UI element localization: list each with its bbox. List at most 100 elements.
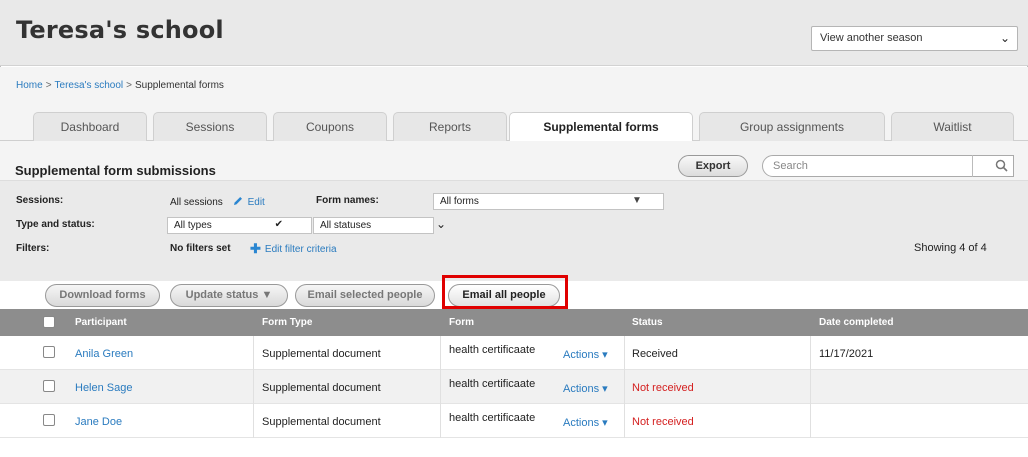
column-divider bbox=[253, 370, 254, 404]
column-divider bbox=[810, 370, 811, 404]
table-row: Anila Green Supplemental document health… bbox=[0, 336, 1028, 370]
breadcrumb-current: Supplemental forms bbox=[134, 80, 224, 91]
column-divider bbox=[810, 404, 811, 438]
caret-down-icon: ▾ bbox=[602, 383, 608, 395]
sessions-value-text: All sessions bbox=[170, 197, 223, 208]
table-row: Jane Doe Supplemental document health ce… bbox=[0, 404, 1028, 438]
tab-coupons[interactable]: Coupons bbox=[273, 112, 387, 141]
update-status-button[interactable]: Update status ▼ bbox=[170, 284, 288, 307]
email-selected-button[interactable]: Email selected people bbox=[295, 284, 435, 307]
form-type-cell: Supplemental document bbox=[262, 416, 381, 428]
edit-filter-criteria-label: Edit filter criteria bbox=[264, 244, 337, 255]
sessions-edit-link[interactable]: Edit bbox=[232, 197, 265, 208]
column-divider bbox=[253, 336, 254, 370]
column-header-form[interactable]: Form bbox=[449, 317, 474, 328]
type-status-label: Type and status: bbox=[16, 219, 95, 230]
tab-bar: Dashboard Sessions Coupons Reports Suppl… bbox=[0, 104, 1028, 142]
table-header: Participant Form Type Form Status Date c… bbox=[0, 309, 1028, 336]
filter-area: Sessions: All sessions Edit Form names: … bbox=[0, 181, 1028, 281]
no-filters-text: No filters set bbox=[170, 243, 231, 254]
tab-group-assignments[interactable]: Group assignments bbox=[699, 112, 885, 141]
column-divider bbox=[624, 370, 625, 404]
column-divider bbox=[253, 404, 254, 438]
status-select[interactable]: All statuses bbox=[313, 217, 434, 234]
status-cell: Not received bbox=[632, 382, 694, 394]
highlight-box bbox=[442, 275, 568, 309]
chevron-down-icon[interactable]: ⌄ bbox=[436, 217, 446, 231]
search-icon bbox=[995, 159, 1008, 172]
page-title: Teresa's school bbox=[16, 16, 224, 44]
status-cell: Received bbox=[632, 348, 678, 360]
download-forms-button[interactable]: Download forms bbox=[45, 284, 160, 307]
form-type-cell: Supplemental document bbox=[262, 382, 381, 394]
panel-header: Supplemental form submissions Export Sea… bbox=[0, 141, 1028, 181]
search-button[interactable] bbox=[972, 155, 1014, 177]
breadcrumb-separator: > bbox=[126, 80, 132, 91]
column-header-date-completed[interactable]: Date completed bbox=[819, 317, 893, 328]
type-value: All types bbox=[174, 220, 212, 231]
table-row: Helen Sage Supplemental document health … bbox=[0, 370, 1028, 404]
column-divider bbox=[440, 370, 441, 404]
export-button[interactable]: Export bbox=[678, 155, 748, 177]
column-divider bbox=[810, 336, 811, 370]
chevron-down-icon: ✔ bbox=[274, 219, 283, 230]
actions-menu[interactable]: Actions ▾ bbox=[563, 416, 608, 429]
form-type-cell: Supplemental document bbox=[262, 348, 381, 360]
participant-link[interactable]: Jane Doe bbox=[75, 416, 122, 428]
tab-waitlist[interactable]: Waitlist bbox=[891, 112, 1014, 141]
form-cell: health certificaate bbox=[449, 412, 536, 424]
column-header-status[interactable]: Status bbox=[632, 317, 663, 328]
actions-label: Actions bbox=[563, 417, 600, 429]
participant-link[interactable]: Anila Green bbox=[75, 348, 133, 360]
actions-menu[interactable]: Actions ▾ bbox=[563, 348, 608, 361]
row-checkbox[interactable] bbox=[43, 414, 55, 426]
caret-down-icon: ▾ bbox=[602, 417, 608, 429]
breadcrumb-home-link[interactable]: Home bbox=[16, 80, 43, 91]
showing-count: Showing 4 of 4 bbox=[914, 242, 987, 254]
edit-link-label: Edit bbox=[247, 197, 265, 208]
app-header: Teresa's school View another season ⌄ bbox=[0, 0, 1028, 66]
breadcrumb-separator: > bbox=[45, 80, 52, 91]
actions-label: Actions bbox=[563, 383, 600, 395]
caret-down-icon: ▾ bbox=[602, 349, 608, 361]
update-status-label: Update status bbox=[185, 289, 259, 301]
type-select[interactable]: All types ✔ bbox=[167, 217, 312, 234]
row-checkbox[interactable] bbox=[43, 380, 55, 392]
season-select[interactable]: View another season ⌄ bbox=[811, 26, 1018, 51]
select-all-checkbox[interactable] bbox=[43, 316, 55, 328]
edit-filter-criteria-link[interactable]: ✚ Edit filter criteria bbox=[250, 241, 337, 257]
chevron-down-icon: ⌄ bbox=[999, 31, 1010, 45]
row-checkbox[interactable] bbox=[43, 346, 55, 358]
tab-sessions[interactable]: Sessions bbox=[153, 112, 267, 141]
tab-dashboard[interactable]: Dashboard bbox=[33, 112, 147, 141]
column-header-participant[interactable]: Participant bbox=[75, 317, 127, 328]
column-divider bbox=[440, 404, 441, 438]
breadcrumb: Home > Teresa's school > Supplemental forms bbox=[16, 80, 224, 91]
filters-label: Filters: bbox=[16, 243, 50, 254]
actions-label: Actions bbox=[563, 349, 600, 361]
form-names-select[interactable]: All forms ▼ bbox=[433, 193, 664, 210]
form-cell: health certificaate bbox=[449, 344, 536, 356]
breadcrumb-bar: Home > Teresa's school > Supplemental forms bbox=[0, 67, 1028, 104]
tab-supplemental-forms[interactable]: Supplemental forms bbox=[509, 112, 693, 142]
pencil-icon bbox=[233, 197, 242, 205]
sessions-value: All sessions Edit bbox=[170, 195, 265, 208]
season-select-label: View another season bbox=[820, 32, 923, 44]
sessions-label: Sessions: bbox=[16, 195, 64, 206]
status-value: All statuses bbox=[320, 220, 372, 231]
dropdown-triangle-icon: ▼ bbox=[632, 195, 642, 206]
panel-title: Supplemental form submissions bbox=[15, 163, 216, 178]
form-names-label: Form names: bbox=[316, 195, 379, 206]
dropdown-triangle-icon: ▼ bbox=[261, 289, 273, 301]
plus-icon: ✚ bbox=[250, 241, 261, 256]
status-cell: Not received bbox=[632, 416, 694, 428]
form-names-value: All forms bbox=[440, 196, 479, 207]
actions-menu[interactable]: Actions ▾ bbox=[563, 382, 608, 395]
breadcrumb-school-link[interactable]: Teresa's school bbox=[55, 80, 124, 91]
tab-reports[interactable]: Reports bbox=[393, 112, 507, 141]
column-divider bbox=[624, 336, 625, 370]
participant-link[interactable]: Helen Sage bbox=[75, 382, 133, 394]
column-divider bbox=[624, 404, 625, 438]
form-cell: health certificaate bbox=[449, 378, 536, 390]
column-header-form-type[interactable]: Form Type bbox=[262, 317, 312, 328]
